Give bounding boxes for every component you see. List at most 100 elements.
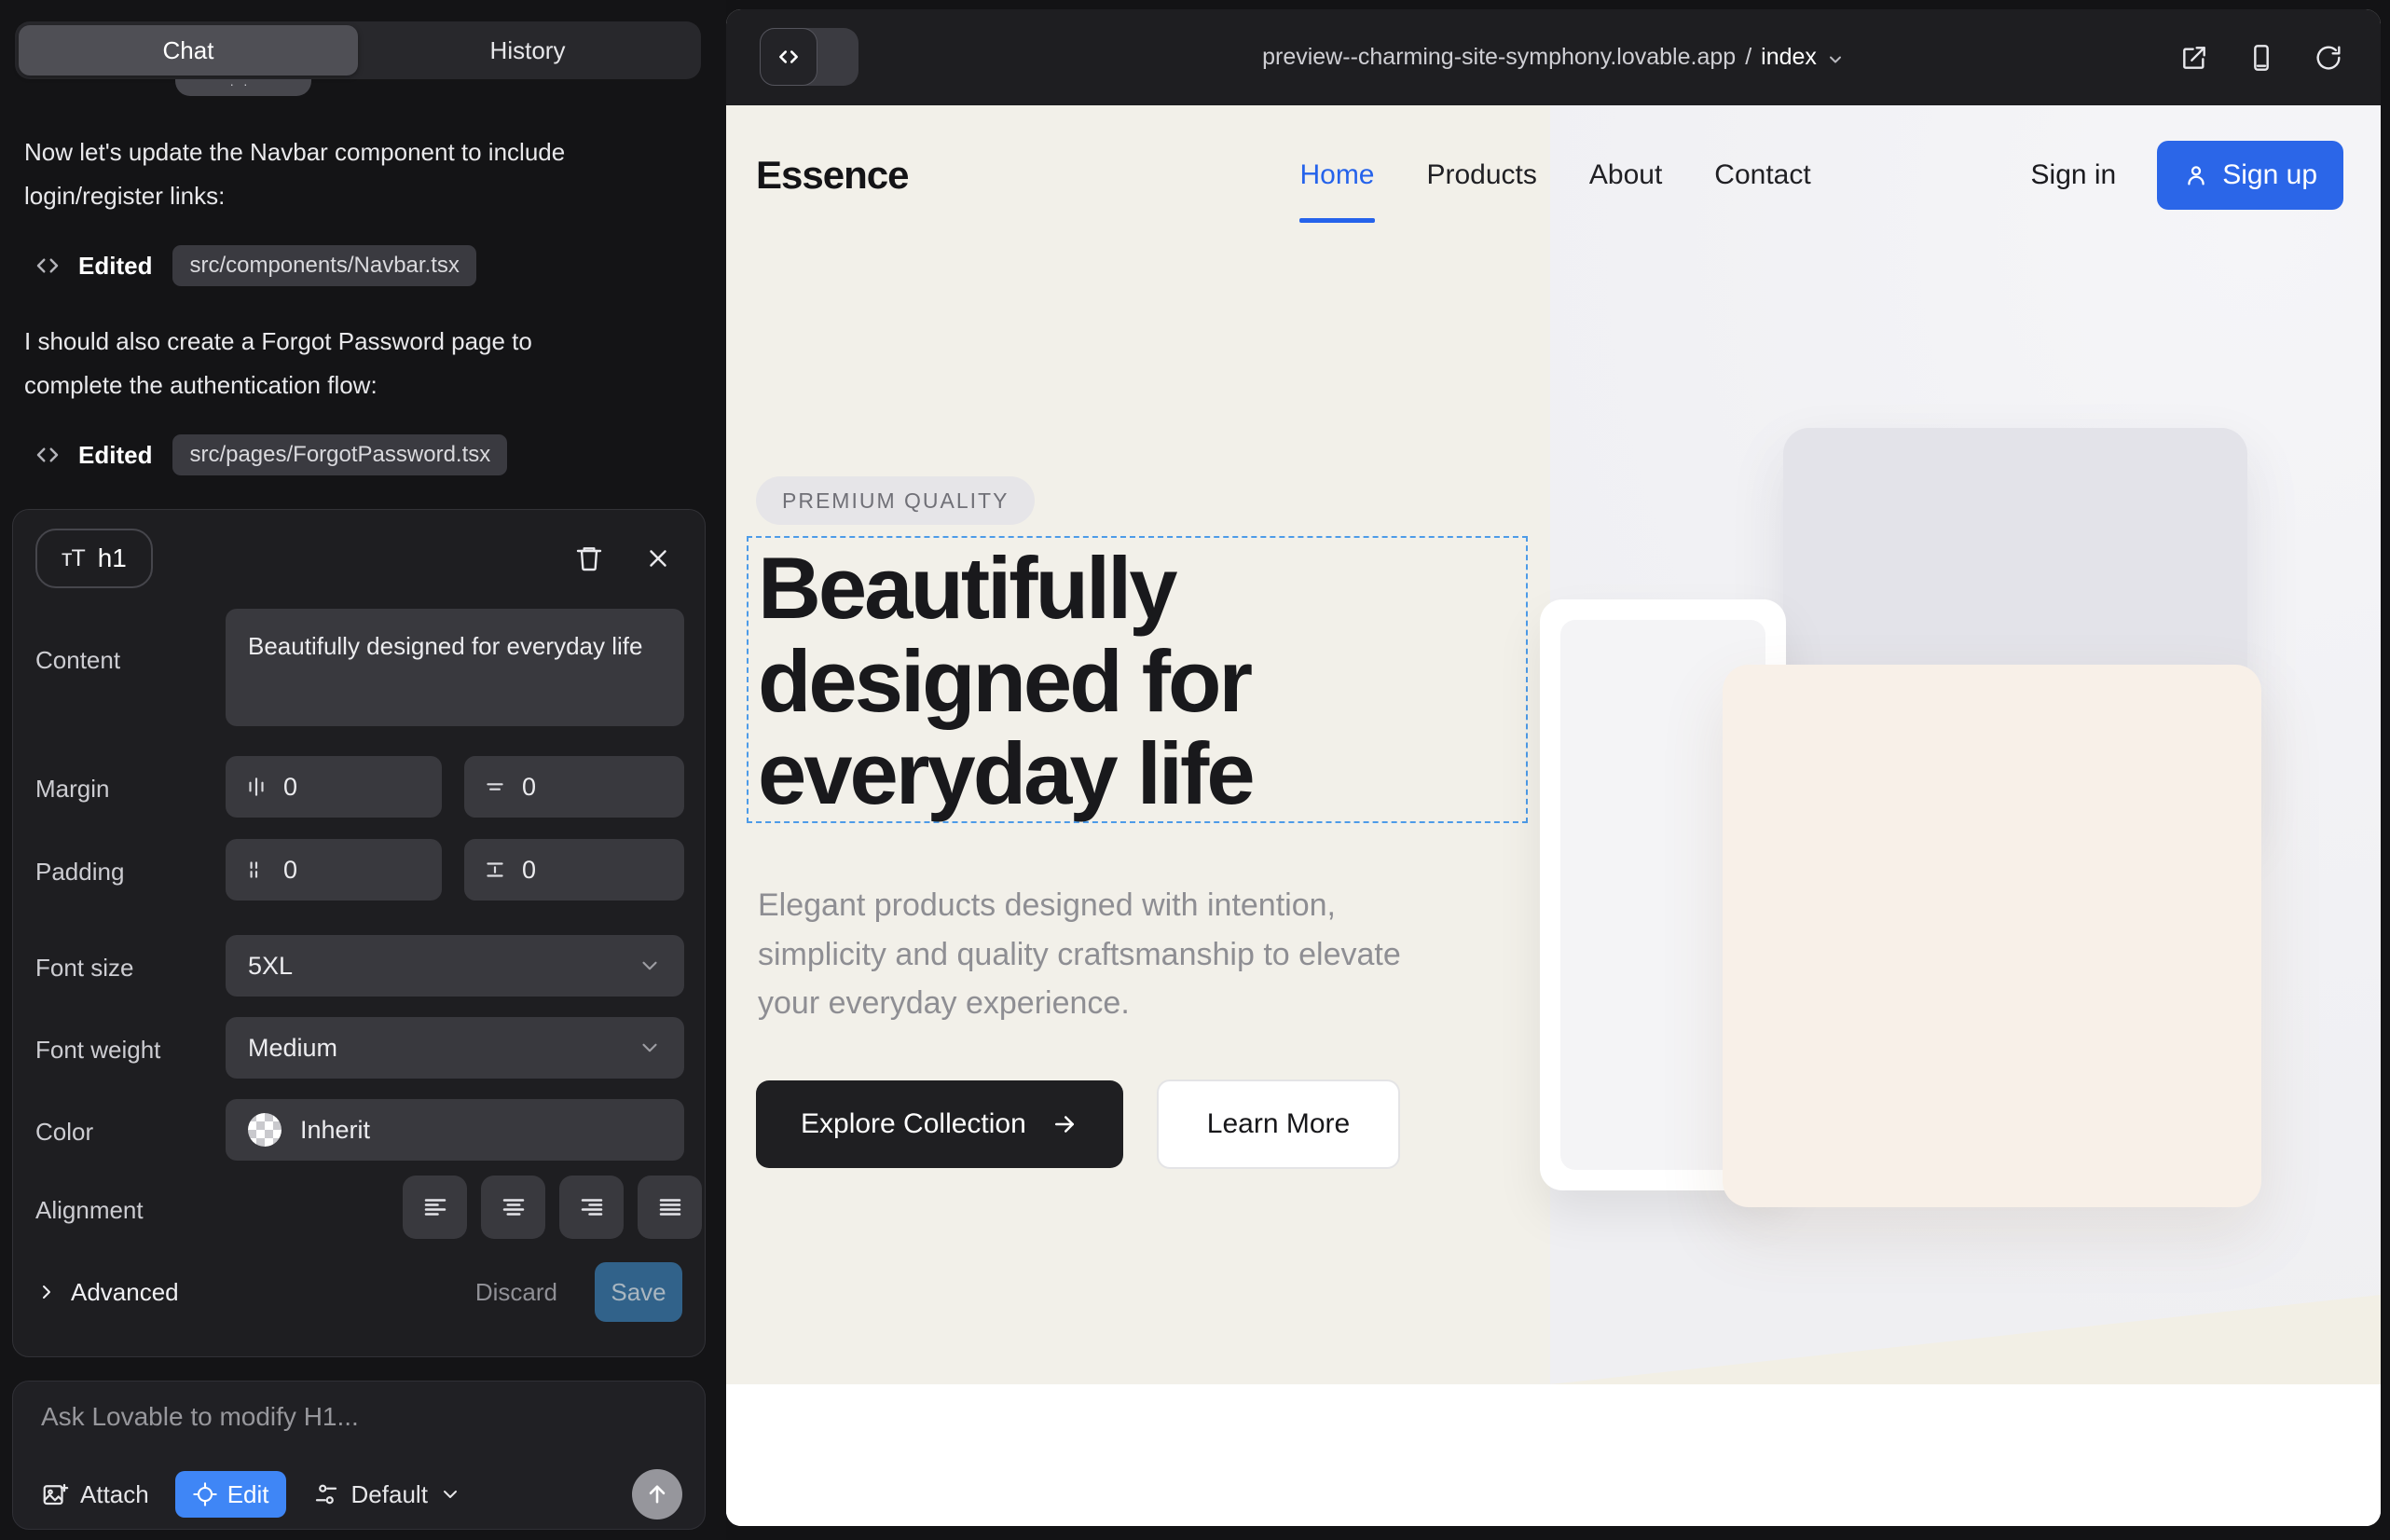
edited-label: Edited — [78, 252, 152, 281]
smartphone-icon — [2246, 43, 2276, 73]
align-left-button[interactable] — [403, 1176, 467, 1239]
hero-paragraph: Elegant products designed with intention… — [758, 881, 1425, 1028]
nav-link-about[interactable]: About — [1589, 159, 1662, 191]
alignment-button-group — [403, 1176, 702, 1239]
hero-heading[interactable]: Beautifully designed for everyday life — [758, 542, 1522, 820]
code-icon — [34, 441, 62, 469]
typography-icon: ᴛT — [62, 545, 85, 572]
code-preview-toggle[interactable] — [760, 28, 858, 86]
align-center-icon — [500, 1193, 528, 1221]
site-nav-auth: Sign in Sign up — [2031, 141, 2343, 210]
chat-message: I should also create a Forgot Password p… — [24, 320, 602, 407]
margin-y-input[interactable]: 0 — [464, 756, 684, 818]
align-justify-button[interactable] — [638, 1176, 702, 1239]
nav-link-contact[interactable]: Contact — [1714, 159, 1810, 191]
send-button[interactable] — [632, 1469, 682, 1519]
chevron-down-icon — [1826, 50, 1845, 69]
composer-input[interactable] — [41, 1402, 675, 1432]
sign-in-link[interactable]: Sign in — [2031, 159, 2117, 191]
padding-vertical-icon — [483, 858, 507, 882]
tab-chat[interactable]: Chat — [19, 25, 358, 76]
color-select[interactable]: Inherit — [226, 1099, 684, 1161]
next-section-background — [726, 1384, 2381, 1526]
content-input[interactable]: Beautifully designed for everyday life — [226, 609, 684, 726]
url-host: preview--charming-site-symphony.lovable.… — [1262, 44, 1736, 71]
site-preview: Essence Home Products About Contact Sign… — [726, 105, 2381, 1526]
target-icon — [192, 1481, 218, 1507]
arrow-right-icon — [1051, 1110, 1078, 1138]
tab-history[interactable]: History — [358, 25, 697, 76]
edited-label: Edited — [78, 441, 152, 470]
hero-cta-row: Explore Collection Learn More — [756, 1079, 1400, 1169]
sign-up-button[interactable]: Sign up — [2157, 141, 2343, 210]
url-path: index — [1761, 44, 1817, 71]
editor-footer: Advanced Discard Save — [35, 1261, 682, 1323]
padding-x-input[interactable]: 0 — [226, 839, 442, 901]
composer-toolbar: Attach Edit Default — [41, 1469, 682, 1519]
align-justify-icon — [656, 1193, 684, 1221]
font-weight-select[interactable]: Medium — [226, 1017, 684, 1079]
chat-composer: Attach Edit Default — [12, 1381, 706, 1530]
font-weight-label: Font weight — [35, 1036, 160, 1065]
element-tag-label: h1 — [98, 543, 127, 573]
open-in-new-tab-button[interactable] — [2179, 43, 2209, 73]
discard-button[interactable]: Discard — [475, 1278, 557, 1307]
font-size-select[interactable]: 5XL — [226, 935, 684, 997]
delete-element-button[interactable] — [567, 536, 611, 581]
hero-badge: PREMIUM QUALITY — [756, 476, 1035, 525]
align-left-icon — [421, 1193, 449, 1221]
url-bar[interactable]: preview--charming-site-symphony.lovable.… — [1262, 44, 1845, 71]
close-icon — [644, 544, 672, 572]
advanced-label: Advanced — [71, 1278, 179, 1307]
decorative-card-cream — [1723, 665, 2261, 1207]
align-right-icon — [578, 1193, 606, 1221]
chevron-down-icon — [439, 1483, 461, 1506]
margin-horizontal-icon — [244, 775, 268, 799]
edit-mode-button[interactable]: Edit — [175, 1471, 286, 1518]
mobile-view-button[interactable] — [2246, 43, 2276, 73]
trash-icon — [574, 543, 604, 573]
nav-link-home[interactable]: Home — [1299, 159, 1374, 191]
chevron-right-icon — [35, 1281, 58, 1303]
attach-button[interactable]: Attach — [41, 1480, 149, 1509]
code-icon — [760, 28, 817, 86]
code-icon — [34, 252, 62, 280]
learn-more-button[interactable]: Learn More — [1157, 1079, 1400, 1169]
align-center-button[interactable] — [481, 1176, 545, 1239]
arrow-up-icon — [644, 1481, 670, 1507]
margin-label: Margin — [35, 775, 109, 804]
refresh-button[interactable] — [2314, 43, 2343, 73]
padding-x-value: 0 — [283, 856, 297, 885]
color-label: Color — [35, 1118, 93, 1147]
nav-link-products[interactable]: Products — [1427, 159, 1537, 191]
save-button[interactable]: Save — [595, 1262, 682, 1322]
sign-up-label: Sign up — [2222, 159, 2317, 191]
chevron-down-icon — [638, 1036, 662, 1060]
url-separator: / — [1745, 44, 1751, 71]
margin-vertical-icon — [483, 775, 507, 799]
selected-element-pill: ᴛT h1 — [35, 529, 153, 588]
chat-history-tabbar: Chat History — [15, 21, 701, 79]
close-panel-button[interactable] — [636, 536, 680, 581]
site-logo[interactable]: Essence — [756, 153, 908, 198]
app-root: Chat History ·· Now let's update the Nav… — [0, 0, 2390, 1540]
margin-x-input[interactable]: 0 — [226, 756, 442, 818]
attach-label: Attach — [80, 1480, 149, 1509]
advanced-toggle[interactable]: Advanced — [35, 1278, 179, 1307]
margin-y-value: 0 — [522, 773, 536, 802]
color-value: Inherit — [300, 1116, 370, 1145]
edit-label: Edit — [227, 1480, 269, 1509]
align-right-button[interactable] — [559, 1176, 624, 1239]
image-plus-icon — [41, 1480, 69, 1508]
padding-label: Padding — [35, 858, 124, 887]
padding-y-input[interactable]: 0 — [464, 839, 684, 901]
explore-collection-button[interactable]: Explore Collection — [756, 1080, 1123, 1168]
model-default-selector[interactable]: Default — [312, 1480, 461, 1509]
font-size-label: Font size — [35, 954, 134, 983]
edited-file-chip[interactable]: src/pages/ForgotPassword.tsx — [172, 434, 507, 475]
browser-chrome-bar: preview--charming-site-symphony.lovable.… — [726, 9, 2381, 105]
default-label: Default — [351, 1480, 428, 1509]
edited-file-chip[interactable]: src/components/Navbar.tsx — [172, 245, 475, 286]
external-link-icon — [2179, 43, 2209, 73]
explore-collection-label: Explore Collection — [801, 1108, 1026, 1140]
